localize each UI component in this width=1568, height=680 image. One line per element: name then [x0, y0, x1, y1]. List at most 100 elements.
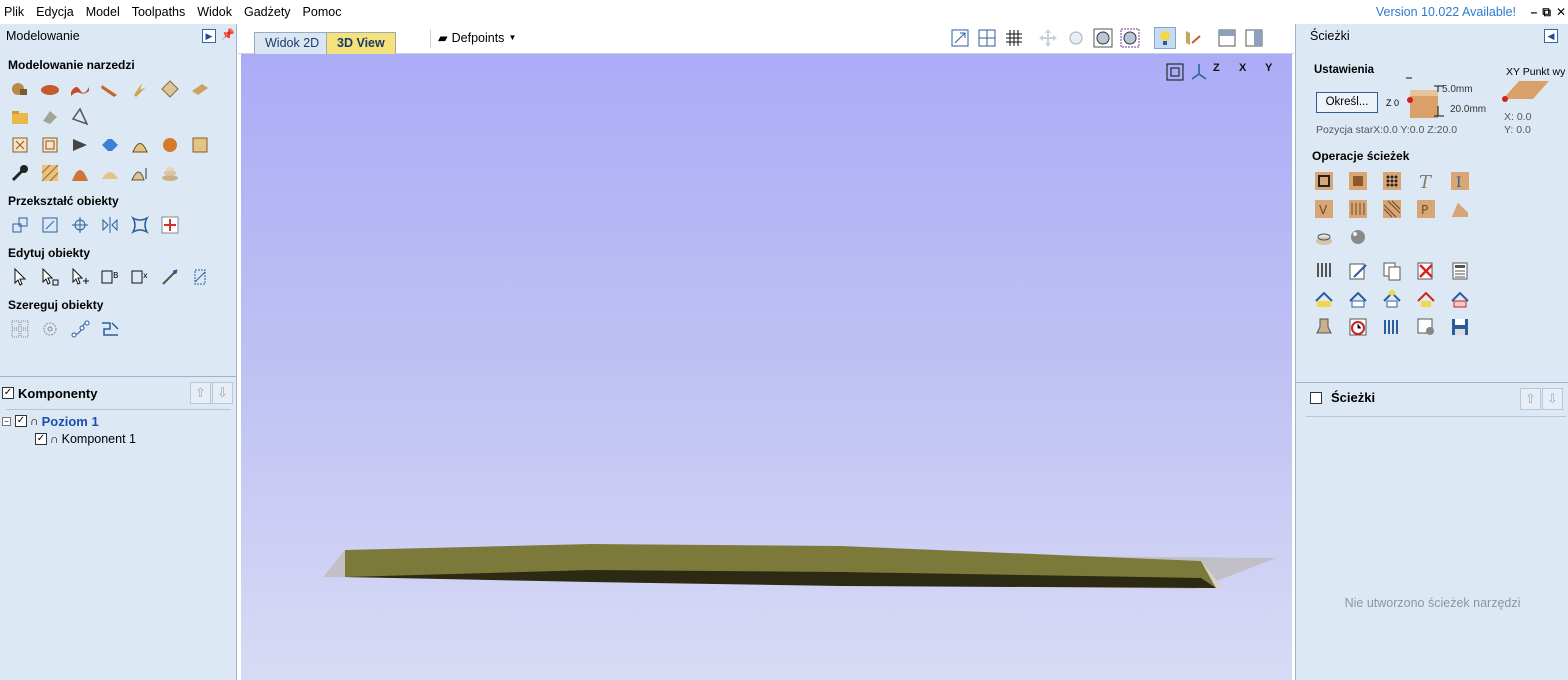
- import-component-icon[interactable]: [8, 106, 32, 128]
- sculpt-icon[interactable]: [8, 162, 32, 184]
- node-edit-icon[interactable]: [38, 266, 62, 288]
- select-icon[interactable]: [8, 266, 32, 288]
- panel-dock-icon[interactable]: ▶: [202, 29, 216, 43]
- texture-area-icon[interactable]: [38, 162, 62, 184]
- grid-arrange-icon[interactable]: [8, 318, 32, 340]
- tab-3d-view[interactable]: 3D View: [326, 32, 396, 54]
- components-visibility-checkbox[interactable]: ✓: [2, 387, 14, 399]
- profile-toolpath-icon[interactable]: [1312, 170, 1336, 192]
- menu-toolpaths[interactable]: Toolpaths: [126, 0, 192, 24]
- toolpath-move-down-button[interactable]: ⇩: [1542, 388, 1563, 410]
- toolpath-move-up-button[interactable]: ⇧: [1520, 388, 1541, 410]
- wireframe-icon[interactable]: [68, 106, 92, 128]
- grid-icon[interactable]: [1003, 27, 1025, 49]
- copy-toolpath-icon[interactable]: [1380, 260, 1404, 282]
- toolpath-templates-icon[interactable]: [1312, 316, 1336, 338]
- menu-model[interactable]: Model: [80, 0, 126, 24]
- restore-icon[interactable]: ⧉: [1542, 5, 1551, 20]
- fade-icon[interactable]: [98, 162, 122, 184]
- 3d-roughing-icon[interactable]: [1312, 226, 1336, 248]
- tool-preview-icon[interactable]: [1181, 27, 1203, 49]
- menu-pomoc[interactable]: Pomoc: [297, 0, 348, 24]
- define-material-button[interactable]: Określ...: [1316, 92, 1378, 113]
- dome-icon[interactable]: [128, 134, 152, 156]
- tool-database-icon[interactable]: [1312, 260, 1336, 282]
- engraving-toolpath-icon[interactable]: T: [1414, 170, 1438, 192]
- version-link[interactable]: Version 10.022 Available!: [1376, 0, 1516, 24]
- extrude-icon[interactable]: [68, 78, 92, 100]
- fluting-toolpath-icon[interactable]: [1346, 198, 1370, 220]
- distort-icon[interactable]: [68, 162, 92, 184]
- zoom-extents-icon[interactable]: [949, 27, 971, 49]
- texture-icon[interactable]: [158, 78, 182, 100]
- lighting-icon[interactable]: [1154, 27, 1176, 49]
- tab-2d-view[interactable]: Widok 2D: [254, 32, 331, 54]
- toggle-left-panel-icon[interactable]: [1216, 27, 1238, 49]
- moulding-toolpath-icon[interactable]: [1448, 198, 1472, 220]
- toggle-right-panel-icon[interactable]: [1243, 27, 1265, 49]
- close-icon[interactable]: ✕: [1556, 5, 1566, 19]
- frame-icon[interactable]: [38, 134, 62, 156]
- merge-toolpaths-icon[interactable]: [1448, 288, 1472, 310]
- bake-icon[interactable]: [128, 162, 152, 184]
- delete-toolpath-icon[interactable]: [1414, 260, 1438, 282]
- inlay-toolpath-icon[interactable]: I: [1448, 170, 1472, 192]
- calculate-toolpath-icon[interactable]: [1448, 260, 1472, 282]
- zoom-selected-icon[interactable]: [1119, 27, 1141, 49]
- shape-create-icon[interactable]: [8, 78, 32, 100]
- level-checkbox[interactable]: ✓: [15, 415, 27, 427]
- menu-gadzety[interactable]: Gadżety: [238, 0, 297, 24]
- preview-toolpath-icon[interactable]: [1312, 288, 1336, 310]
- material-preview-icon[interactable]: [1414, 288, 1438, 310]
- zoom-icon[interactable]: [1092, 27, 1114, 49]
- circular-arrange-icon[interactable]: [38, 318, 62, 340]
- drilling-toolpath-icon[interactable]: [1380, 170, 1404, 192]
- component-checkbox[interactable]: ✓: [35, 433, 47, 445]
- align-center-icon[interactable]: [158, 214, 182, 236]
- menu-edycja[interactable]: Edycja: [30, 0, 80, 24]
- vector-shape-icon[interactable]: [38, 78, 62, 100]
- zoom-box-icon[interactable]: [1065, 27, 1087, 49]
- reset-preview-icon[interactable]: [1346, 288, 1370, 310]
- component-name[interactable]: Komponent 1: [62, 432, 136, 446]
- two-rail-icon[interactable]: [98, 78, 122, 100]
- relief-frame-icon[interactable]: [188, 134, 212, 156]
- menu-plik[interactable]: Plik: [0, 0, 30, 24]
- nesting-icon[interactable]: [98, 318, 122, 340]
- delete-object-icon[interactable]: x: [128, 266, 152, 288]
- distort-object-icon[interactable]: [128, 214, 152, 236]
- path-arrange-icon[interactable]: [68, 318, 92, 340]
- texture-toolpath-icon[interactable]: [1380, 198, 1404, 220]
- bitmap-icon[interactable]: [188, 266, 212, 288]
- prism-toolpath-icon[interactable]: P: [1414, 198, 1438, 220]
- mirror-icon[interactable]: [68, 134, 92, 156]
- 3d-finishing-icon[interactable]: [1346, 226, 1370, 248]
- rotate-icon[interactable]: [68, 214, 92, 236]
- pocket-toolpath-icon[interactable]: [1346, 170, 1370, 192]
- save-toolpath-icon[interactable]: [1448, 316, 1472, 338]
- tree-level-row[interactable]: − ✓ ∩ Poziom 1: [0, 412, 237, 430]
- sphere-icon[interactable]: [158, 134, 182, 156]
- toolpath-settings-icon[interactable]: [1414, 316, 1438, 338]
- slice-icon[interactable]: [158, 162, 182, 184]
- layer-dropdown[interactable]: ▰ Defpoints ▼: [438, 30, 516, 46]
- time-estimate-icon[interactable]: [1346, 316, 1370, 338]
- transform-select-icon[interactable]: [68, 266, 92, 288]
- merge-icon[interactable]: [98, 134, 122, 156]
- level-name[interactable]: Poziom 1: [42, 414, 99, 429]
- component-box-icon[interactable]: [8, 134, 32, 156]
- collapse-icon[interactable]: −: [2, 416, 11, 426]
- view-layout-icon[interactable]: [976, 27, 998, 49]
- pin-icon[interactable]: 📌: [221, 28, 235, 41]
- edit-toolpath-icon[interactable]: [1346, 260, 1370, 282]
- flat-plane-icon[interactable]: [188, 78, 212, 100]
- pan-icon[interactable]: [1037, 27, 1059, 49]
- move-up-button[interactable]: ⇧: [190, 382, 211, 404]
- panel-dock-icon[interactable]: ◀: [1544, 29, 1558, 43]
- clipart-icon[interactable]: [38, 106, 62, 128]
- 3d-viewport[interactable]: Z X Y: [241, 54, 1292, 680]
- mirror-object-icon[interactable]: [98, 214, 122, 236]
- interactive-icon[interactable]: B: [98, 266, 122, 288]
- preview-selected-icon[interactable]: [1380, 288, 1404, 310]
- scale-icon[interactable]: [38, 214, 62, 236]
